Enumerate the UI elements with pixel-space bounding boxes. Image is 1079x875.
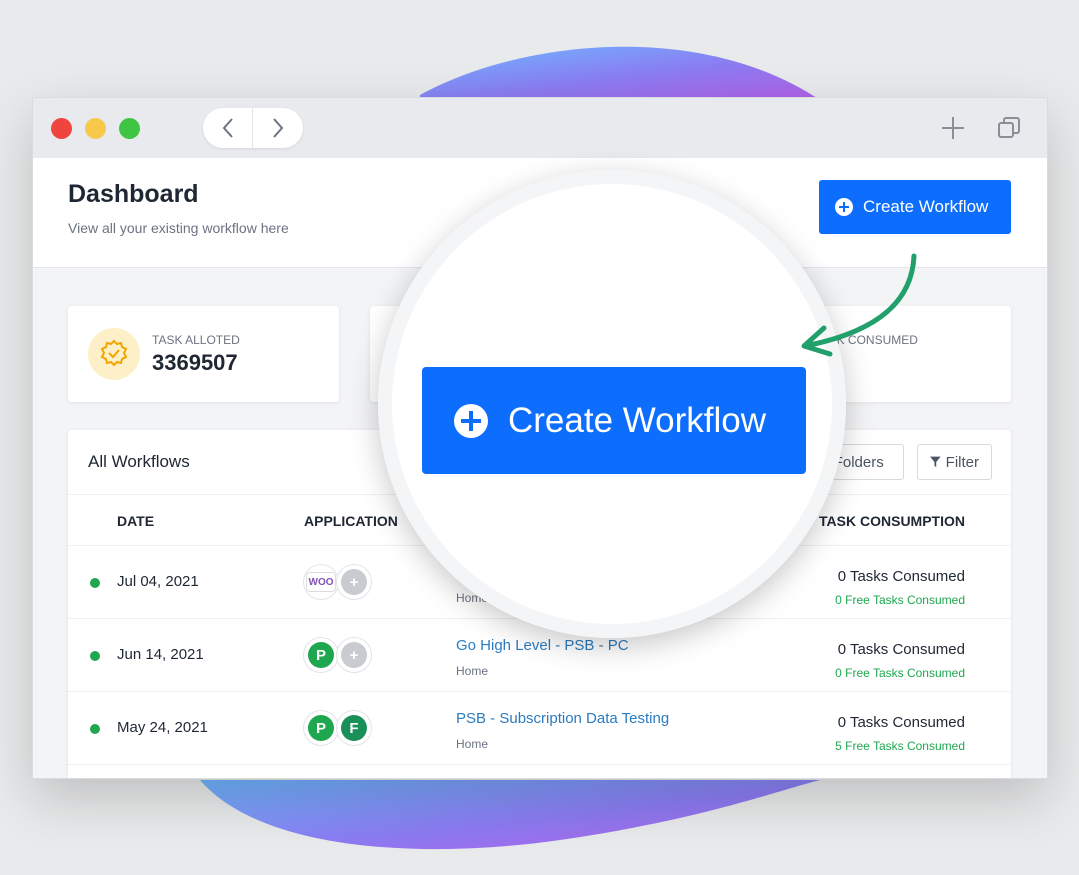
stat-value: 3369507 <box>152 350 238 375</box>
create-workflow-button[interactable]: Create Workflow <box>819 180 1011 234</box>
page-subtitle: View all your existing workflow here <box>68 220 289 236</box>
row-date: May 24, 2021 <box>117 719 208 736</box>
free-tasks-consumed: 5 Free Tasks Consumed <box>835 739 965 753</box>
row-date: Jun 14, 2021 <box>117 646 204 663</box>
minimize-window-dot[interactable] <box>85 118 106 139</box>
back-button[interactable] <box>203 108 253 148</box>
tasks-consumed: 0 Tasks Consumed <box>837 641 965 658</box>
filter-label: Filter <box>945 453 979 471</box>
free-tasks-consumed: 0 Free Tasks Consumed <box>835 666 965 680</box>
forward-button[interactable] <box>253 108 303 148</box>
app-icon-placeholder: + <box>336 637 372 673</box>
app-icon-woocommerce: WOO <box>303 564 339 600</box>
app-icon-pabbly: P <box>303 637 339 673</box>
tasks-consumed: 0 Tasks Consumed <box>837 714 965 731</box>
plus-circle-icon <box>454 403 488 438</box>
pabbly-letter: P <box>308 642 334 668</box>
badge-check-icon <box>88 328 140 380</box>
app-icon-placeholder: + <box>336 564 372 600</box>
page-title: Dashboard <box>68 180 199 208</box>
tabs-overview-button[interactable] <box>995 114 1023 142</box>
column-header-date[interactable]: DATE <box>117 513 154 529</box>
workflow-folder: Home <box>456 664 489 678</box>
plus-icon <box>942 117 964 139</box>
tasks-consumed: 0 Tasks Consumed <box>837 568 965 585</box>
woo-badge: WOO <box>306 572 336 592</box>
close-window-dot[interactable] <box>51 118 72 139</box>
create-workflow-button-zoomed[interactable]: Create Workflow <box>422 367 806 474</box>
status-active-dot <box>90 651 100 661</box>
maximize-window-dot[interactable] <box>119 118 140 139</box>
plus-circle-icon <box>835 198 853 216</box>
column-header-task-consumption[interactable]: TASK CONSUMPTION <box>819 513 965 529</box>
workflow-name-link[interactable]: Go High Level - PSB - PC <box>456 637 629 654</box>
stat-label: TASK ALLOTED <box>152 333 240 347</box>
table-row[interactable]: Jun 14, 2021 P + Go High Level - PSB - P… <box>68 619 1011 692</box>
workflow-folder: Home <box>456 737 489 751</box>
app-icon-pabbly: P <box>303 710 339 746</box>
status-active-dot <box>90 578 100 588</box>
status-active-dot <box>90 724 100 734</box>
plus-icon: + <box>341 569 367 595</box>
table-row[interactable]: May 24, 2021 P F PSB - Subscription Data… <box>68 692 1011 765</box>
workflow-name-link[interactable]: PSB - Subscription Data Testing <box>456 710 669 727</box>
create-workflow-zoomed-label: Create Workflow <box>508 400 767 440</box>
filter-button[interactable]: Filter <box>917 444 992 480</box>
chevron-right-icon <box>273 118 284 138</box>
plus-icon: + <box>341 642 367 668</box>
title-bar <box>33 98 1047 158</box>
row-date: Jul 04, 2021 <box>117 573 199 590</box>
stat-card-task-alloted: TASK ALLOTED 3369507 <box>68 306 339 402</box>
chevron-left-icon <box>222 118 233 138</box>
pabbly-letter: P <box>308 715 334 741</box>
folders-label: Folders <box>833 453 884 471</box>
create-workflow-label: Create Workflow <box>863 197 989 216</box>
copy-icon <box>998 117 1020 138</box>
free-tasks-consumed: 0 Free Tasks Consumed <box>835 593 965 607</box>
forms-letter: F <box>341 715 367 741</box>
nav-buttons <box>203 108 303 148</box>
workflows-title: All Workflows <box>88 452 190 471</box>
column-header-application[interactable]: APPLICATION <box>304 513 398 529</box>
filter-icon <box>930 456 941 468</box>
app-icon-pabbly-forms: F <box>336 710 372 746</box>
new-tab-button[interactable] <box>939 114 967 142</box>
curved-arrow-icon <box>801 253 917 357</box>
